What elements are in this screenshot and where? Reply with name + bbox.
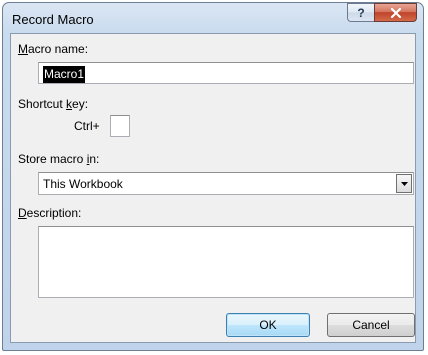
ok-button[interactable]: OK <box>226 313 310 337</box>
store-macro-label: Store macro in: <box>18 152 100 166</box>
dropdown-arrow-button[interactable] <box>396 174 412 193</box>
dialog-body: Macro name: Macro1 Shortcut key: Ctrl+ S… <box>10 33 416 343</box>
dropdown-arrow-icon <box>400 181 408 186</box>
close-icon <box>390 7 401 18</box>
macro-name-label: Macro name: <box>18 42 89 56</box>
shortcut-key-label: Shortcut key: <box>18 97 89 111</box>
cancel-button-label: Cancel <box>352 318 390 332</box>
ok-button-label: OK <box>259 318 277 332</box>
store-macro-select[interactable]: This Workbook <box>38 172 414 195</box>
cancel-button[interactable]: Cancel <box>327 313 415 337</box>
dialog-title: Record Macro <box>12 12 94 27</box>
description-label: Description: <box>18 206 82 220</box>
help-icon: ? <box>357 5 365 20</box>
store-macro-value: This Workbook <box>43 177 123 191</box>
description-textarea[interactable] <box>38 226 414 298</box>
title-bar[interactable]: Record Macro ? <box>3 3 423 33</box>
help-button[interactable]: ? <box>347 3 374 22</box>
close-button[interactable] <box>374 3 417 22</box>
macro-name-value: Macro1 <box>43 66 86 83</box>
ctrl-prefix-label: Ctrl+ <box>74 119 100 133</box>
macro-name-input[interactable]: Macro1 <box>38 62 414 84</box>
shortcut-key-input[interactable] <box>110 115 130 137</box>
record-macro-dialog: Record Macro ? Macro name: Macro1 Shortc… <box>2 2 424 351</box>
caption-buttons: ? <box>347 3 417 22</box>
